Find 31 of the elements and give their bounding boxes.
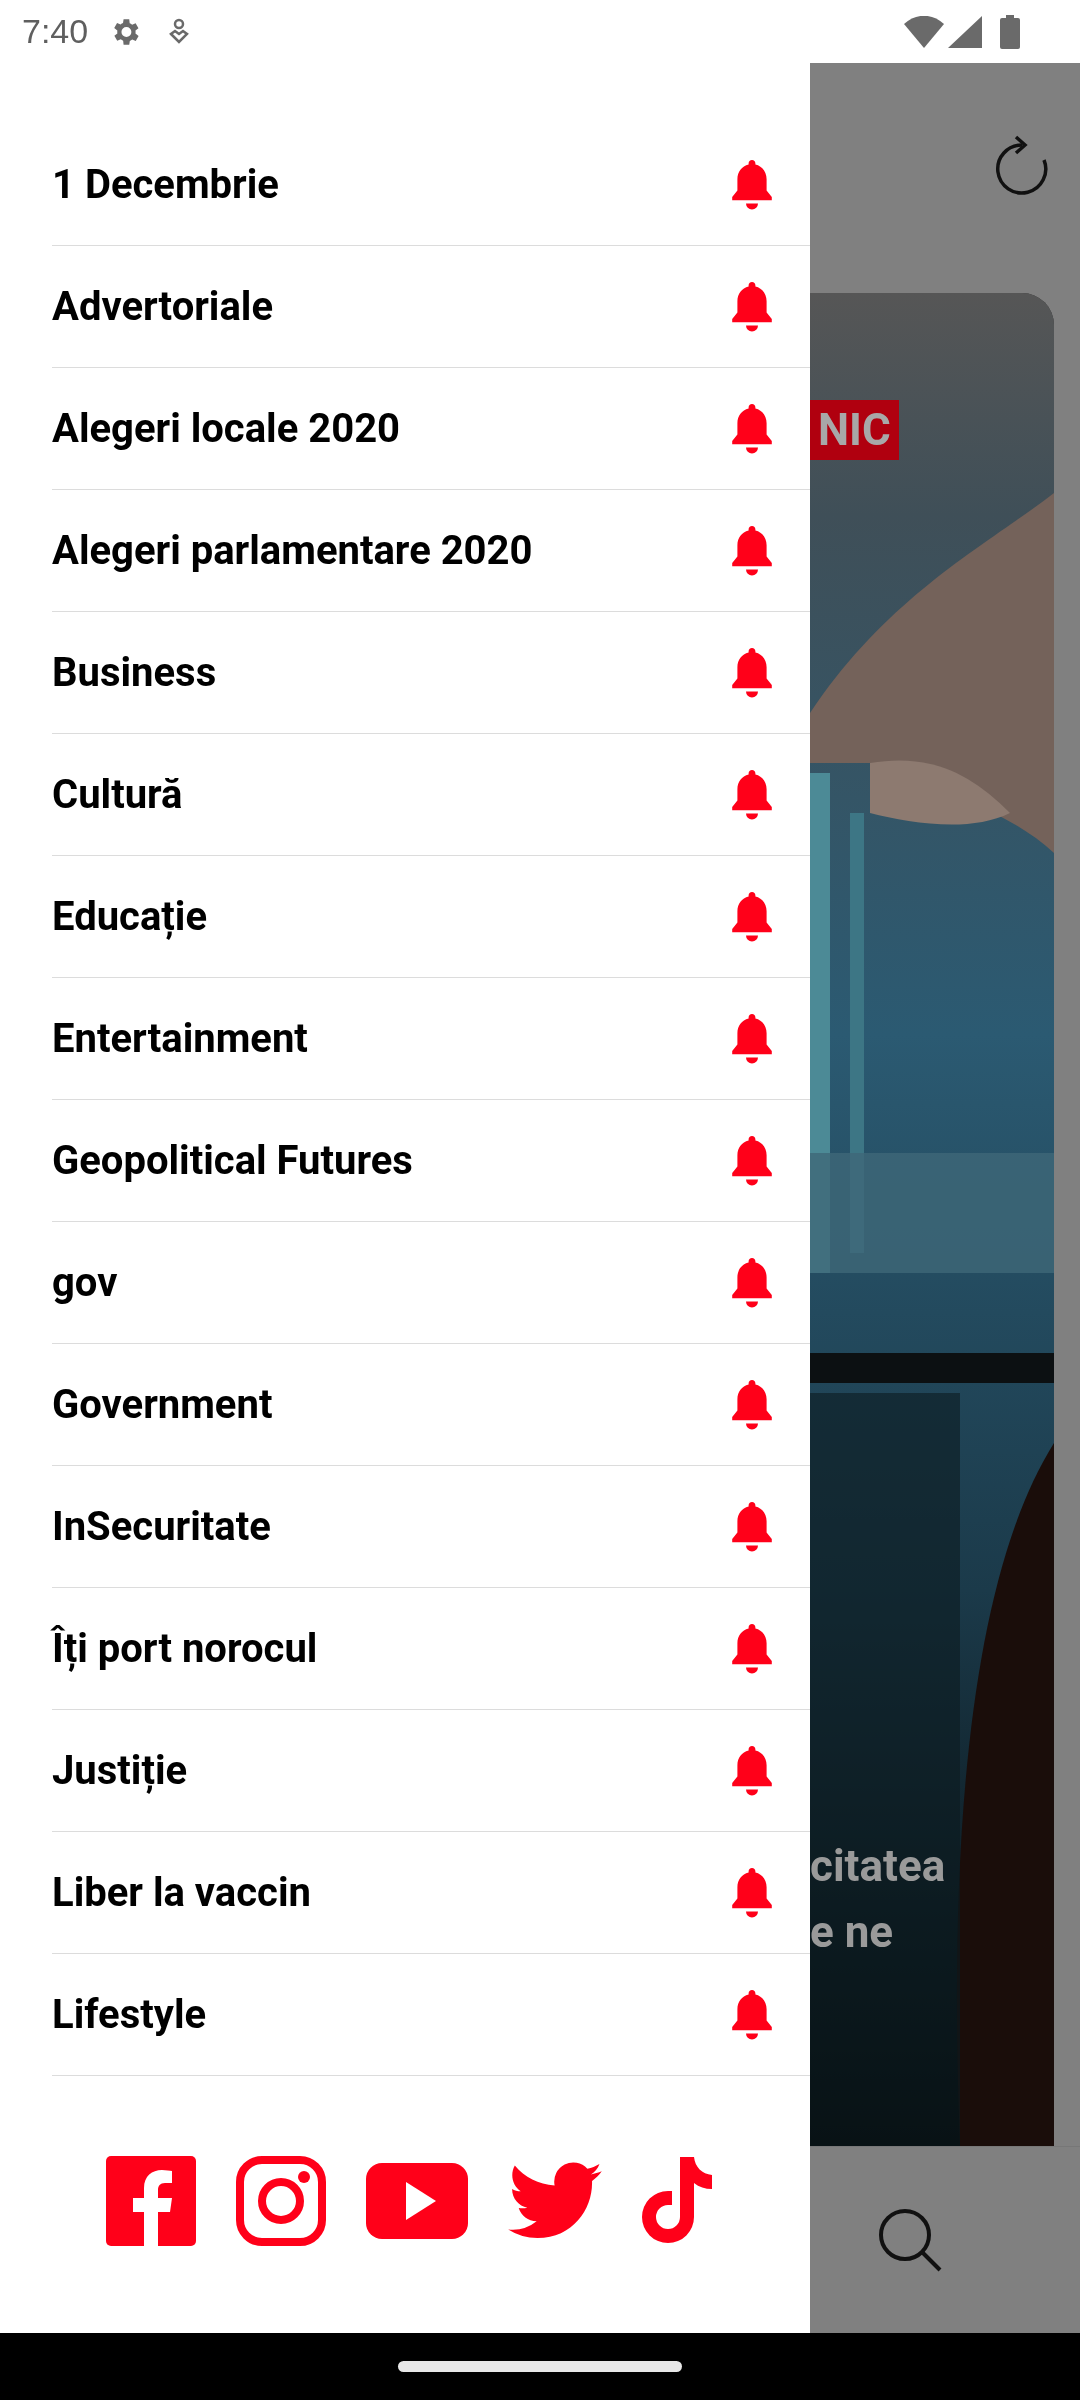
- refresh-icon[interactable]: [994, 135, 1050, 195]
- play-icon[interactable]: [366, 2162, 468, 2239]
- wifi-icon: [904, 15, 944, 48]
- category-label[interactable]: Entertainment: [52, 1008, 728, 1069]
- category-label[interactable]: Alegeri locale 2020: [52, 398, 728, 459]
- headline-line: e ne: [810, 1905, 895, 1960]
- facebook-icon[interactable]: [106, 2155, 196, 2246]
- instagram-icon[interactable]: [236, 2155, 326, 2246]
- category-label[interactable]: Advertoriale: [52, 276, 728, 337]
- category-label[interactable]: Geopolitical Futures: [52, 1130, 728, 1191]
- category-label[interactable]: 1 Decembrie: [52, 154, 728, 215]
- music-note-icon[interactable]: [642, 2156, 714, 2245]
- category-label[interactable]: Cultură: [52, 764, 728, 825]
- category-label[interactable]: Alegeri parlamentare 2020: [52, 520, 728, 581]
- category-label[interactable]: Business: [52, 642, 728, 703]
- status-time: 7:40: [22, 11, 89, 52]
- category-label[interactable]: InSecuritate: [52, 1496, 728, 1557]
- category-label[interactable]: Educație: [52, 886, 728, 947]
- category-label[interactable]: Îți port norocul: [52, 1618, 728, 1679]
- headline-line: citatea: [810, 1839, 946, 1894]
- category-label[interactable]: Lifestyle: [52, 1984, 728, 2045]
- category-label[interactable]: Justiție: [52, 1740, 728, 1801]
- category-label[interactable]: gov: [52, 1252, 728, 1313]
- battery-icon: [1000, 14, 1020, 49]
- bird-icon[interactable]: [508, 2161, 602, 2240]
- category-badge: NIC: [810, 400, 899, 460]
- download-icon: [168, 17, 191, 46]
- signal-icon: [948, 15, 982, 48]
- article-card[interactable]: NIC citatea e ne: [810, 293, 1054, 2146]
- category-label[interactable]: Liber la vaccin: [52, 1862, 728, 1923]
- category-label[interactable]: Government: [52, 1374, 728, 1435]
